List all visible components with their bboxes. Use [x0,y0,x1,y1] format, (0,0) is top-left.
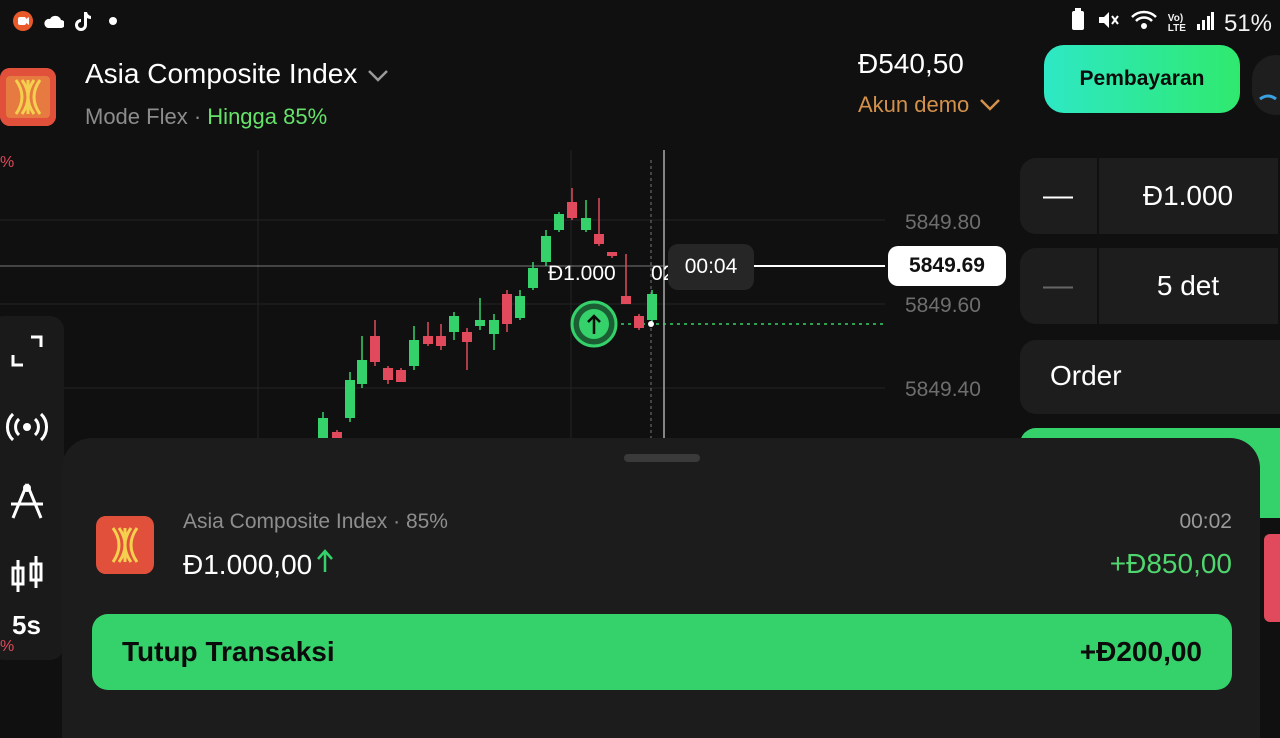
candle [554,214,564,230]
candle [515,296,525,318]
trade-amount: Đ1.000,00 [183,548,334,581]
duration-value[interactable]: 5 det [1100,248,1276,324]
close-trade-label: Tutup Transaksi [122,636,335,667]
entry-point [648,321,654,327]
status-left [12,10,124,32]
asset-logo [0,68,56,126]
trade-asset-logo [96,516,154,574]
y-tick-label: 5849.60 [905,294,981,317]
trade-percent: 85% [405,510,448,533]
timeframe-button[interactable]: 5s [12,610,41,641]
order-label: Order [1050,360,1122,391]
candle [567,202,577,218]
candle [621,296,631,304]
candle [475,320,485,326]
candle [581,218,591,230]
dot-icon [102,10,124,32]
sell-button[interactable] [1264,534,1280,622]
candle [541,236,551,262]
payout-label: Hingga 85% [207,104,328,129]
trade-asset-info: Asia Composite Index · 85% [183,510,448,534]
chevron-down-icon [979,92,1001,118]
battery-saver-icon [1070,8,1086,39]
percent-label-bottom: % [0,638,15,655]
payment-button[interactable]: Pembayaran [1044,45,1240,113]
divider [1097,248,1099,324]
trade-time-left: 00:02 [1179,510,1232,533]
candle [528,268,538,288]
current-price-tag: 5849.69 [888,246,1006,286]
expand-icon[interactable] [0,328,54,374]
sheet-handle[interactable] [624,454,700,462]
avatar[interactable] [1252,55,1280,115]
wifi-icon [1130,9,1158,38]
duration-minus-button[interactable]: — [1020,248,1096,324]
close-trade-value: +Đ200,00 [1079,636,1202,667]
separator-dot: · [193,104,208,129]
candle [345,380,355,418]
status-right: Vo) LTE 51% [1070,8,1272,39]
trade-sheet [62,438,1260,738]
order-toggle[interactable]: Order [1020,340,1280,414]
trade-profit: +Đ850,00 [1109,548,1232,579]
candle [607,252,617,256]
account-selector[interactable]: Akun demo [858,92,1001,118]
countdown-timer: 00:04 [668,244,754,290]
amount-value[interactable]: Đ1.000 [1100,158,1276,234]
candle [594,234,604,244]
percent-label-top: % [0,154,15,171]
amount-minus-button[interactable]: — [1020,158,1096,234]
drawing-tool-icon[interactable] [0,478,54,524]
candle [502,294,512,324]
screen-recorder-icon [12,10,34,32]
separator-dot: · [393,510,406,533]
tiktok-icon [72,10,94,32]
candle [462,332,472,342]
candle [383,368,393,380]
chart-toolbar [0,316,64,660]
candle [423,336,433,344]
arrow-up-icon [316,548,334,581]
asset-mode: Mode Flex · Hingga 85% [85,104,327,130]
signals-icon[interactable] [0,404,54,450]
mode-label: Mode Flex [85,104,188,129]
candle [370,336,380,362]
trade-amount-value: Đ1.000,00 [183,548,313,580]
chevron-down-icon [367,58,389,90]
candle [396,370,406,382]
y-tick-label: 5849.80 [905,211,981,234]
asset-name: Asia Composite Index [85,58,358,89]
candle [634,316,644,328]
y-tick-label: 5849.40 [905,378,981,401]
candle [357,360,367,384]
mute-icon [1096,9,1120,38]
candle [318,418,328,438]
candle [409,340,419,366]
candle [449,316,459,332]
candle [489,320,499,334]
trade-asset-name: Asia Composite Index [183,510,388,533]
candle [436,336,446,346]
account-type: Akun demo [858,92,970,117]
duration-stepper[interactable]: — 5 det [1020,248,1280,324]
account-balance: Đ540,50 [858,48,964,79]
amount-stepper[interactable]: — Đ1.000 [1020,158,1280,234]
candle-chart-icon[interactable] [0,552,54,598]
asset-selector[interactable]: Asia Composite Index [85,58,389,90]
divider [1097,158,1099,234]
price-chart[interactable]: 5849.80 5849.60 5849.40 [0,140,1010,450]
close-trade-button[interactable]: Tutup Transaksi +Đ200,00 [92,614,1232,690]
battery-percent: 51% [1223,9,1272,37]
trade-amount-label: Đ1.000 [548,262,616,285]
status-bar: Vo) LTE 51% [0,0,1280,44]
candle [647,294,657,320]
cloud-icon [42,10,64,32]
volte-icon: Vo) LTE [1167,12,1186,34]
signal-icon [1196,9,1214,38]
